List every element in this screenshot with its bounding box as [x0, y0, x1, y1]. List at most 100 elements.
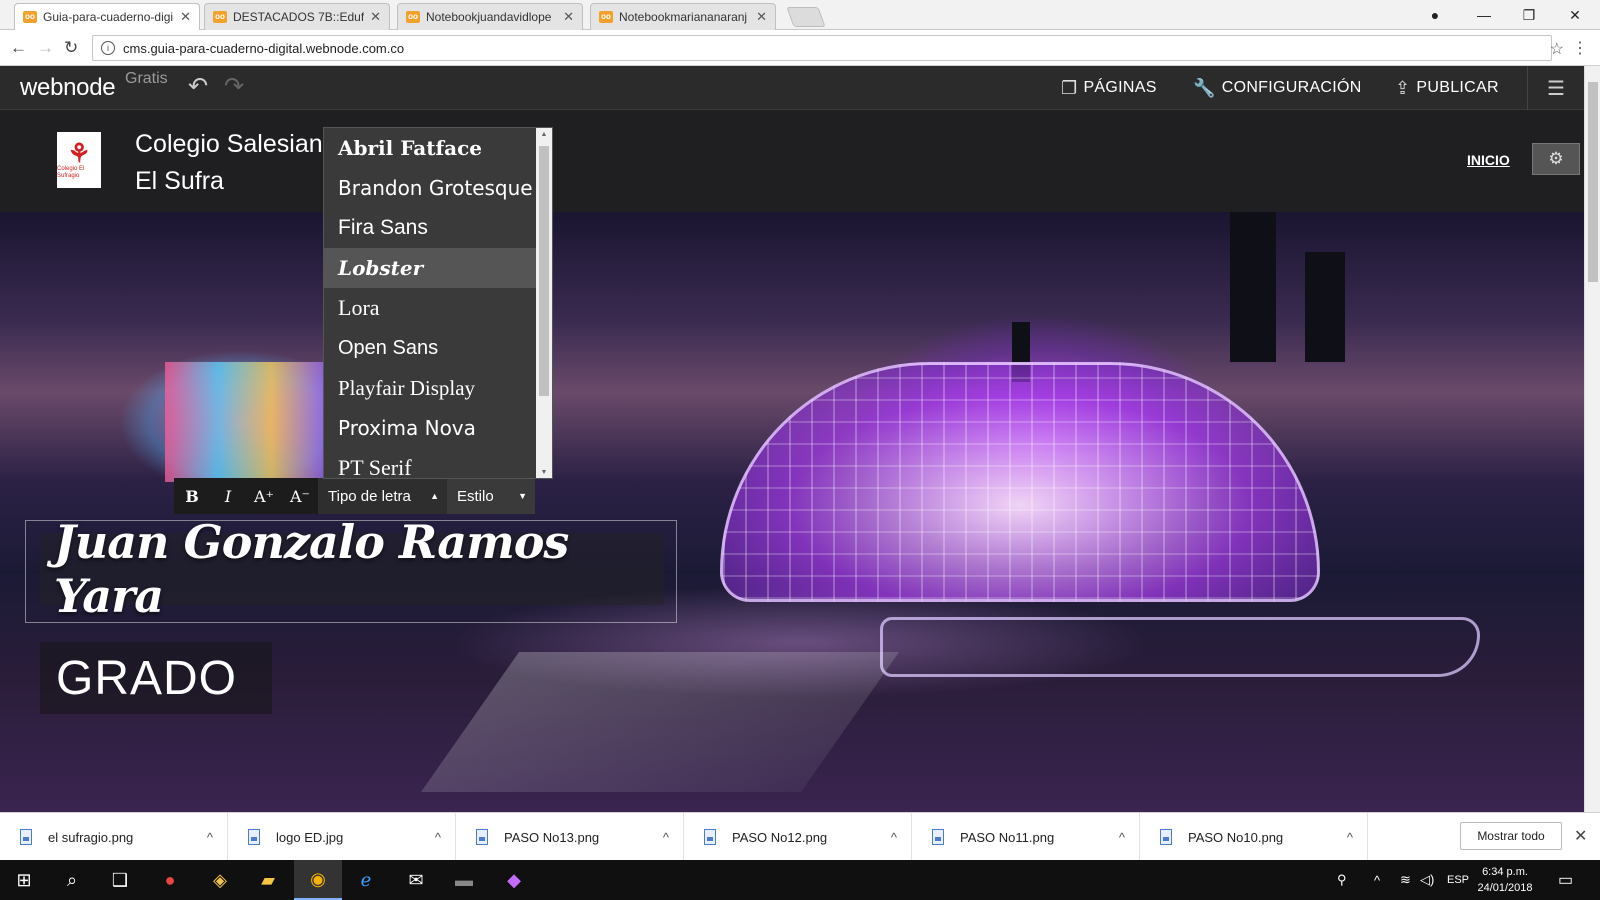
- font-option-brandon-grotesque[interactable]: Brandon Grotesque: [324, 168, 552, 208]
- hero-subtitle-text[interactable]: GRADO: [56, 651, 237, 706]
- chevron-up-icon[interactable]: ^: [891, 830, 897, 845]
- show-all-downloads-button[interactable]: Mostrar todo: [1460, 822, 1562, 850]
- site-title-line2: El Sufra: [135, 167, 224, 195]
- school-logo[interactable]: ⚘ Colegio El Sufragio: [57, 132, 101, 188]
- italic-button[interactable]: I: [210, 478, 246, 514]
- page-scrollbar[interactable]: [1584, 66, 1600, 812]
- people-icon[interactable]: ⚲: [1337, 860, 1347, 900]
- redo-icon[interactable]: ↷: [224, 72, 244, 101]
- font-option-abril-fatface[interactable]: Abril Fatface: [324, 128, 552, 168]
- font-option-open-sans[interactable]: Open Sans: [324, 328, 552, 368]
- download-item[interactable]: logo ED.jpg ^: [228, 813, 456, 861]
- browser-tab-4[interactable]: oo Notebookmariananaranj ✕: [590, 3, 776, 30]
- chevron-up-icon[interactable]: ^: [435, 830, 441, 845]
- gear-icon[interactable]: ⚙: [1532, 143, 1580, 175]
- hero-subtitle-box[interactable]: GRADO: [40, 642, 272, 714]
- search-icon[interactable]: ⌕: [48, 860, 96, 900]
- app-icon[interactable]: ●: [146, 860, 194, 900]
- illuminated-building: [165, 362, 325, 482]
- pages-label: PÁGINAS: [1083, 79, 1157, 96]
- file-explorer-icon[interactable]: ▰: [244, 860, 292, 900]
- font-option-proxima-nova[interactable]: Proxima Nova: [324, 408, 552, 448]
- chevron-up-icon[interactable]: ^: [1119, 830, 1125, 845]
- window-close-icon[interactable]: ✕: [1553, 0, 1597, 30]
- site-title-line1: Colegio Salesian: [135, 130, 323, 158]
- image-file-icon: [1160, 829, 1172, 845]
- browser-tab-1[interactable]: oo Guia-para-cuaderno-digi ✕: [14, 3, 200, 30]
- style-select[interactable]: Estilo ▼: [447, 478, 535, 514]
- app-icon[interactable]: ▬: [440, 860, 488, 900]
- windows-start-icon[interactable]: ⊞: [0, 860, 48, 900]
- site-info-icon[interactable]: i: [101, 41, 115, 55]
- site-title[interactable]: Colegio Salesian El Sufra: [135, 126, 323, 200]
- font-family-select[interactable]: Tipo de letra ▲: [318, 478, 447, 514]
- minimize-icon[interactable]: —: [1462, 0, 1506, 30]
- download-item[interactable]: PASO No11.png ^: [912, 813, 1140, 861]
- font-menu-scrollbar[interactable]: ▲ ▼: [536, 128, 552, 478]
- pages-menu-button[interactable]: ❐ PÁGINAS: [1061, 66, 1157, 110]
- close-icon[interactable]: ✕: [1574, 826, 1587, 846]
- notifications-icon[interactable]: ▭: [1558, 860, 1573, 900]
- hero-title-box[interactable]: Juan Gonzalo Ramos Yara: [40, 515, 664, 623]
- browser-menu-icon[interactable]: ⋮: [1572, 38, 1588, 58]
- download-filename: PASO No11.png: [960, 829, 1055, 845]
- chevron-up-icon[interactable]: ^: [663, 830, 669, 845]
- download-filename: PASO No13.png: [504, 829, 600, 845]
- webnode-logo: webnode: [20, 74, 116, 101]
- tab-label: Notebookjuandavidlope: [426, 10, 552, 24]
- chevron-up-icon[interactable]: ^: [207, 830, 213, 845]
- volume-icon[interactable]: ◁): [1420, 860, 1434, 900]
- undo-icon[interactable]: ↶: [188, 72, 208, 101]
- decrease-font-button[interactable]: A⁻: [282, 478, 318, 514]
- chrome-icon[interactable]: ◉: [294, 860, 342, 900]
- settings-menu-button[interactable]: 🔧 CONFIGURACIÓN: [1193, 66, 1362, 110]
- close-icon[interactable]: ✕: [180, 9, 191, 25]
- language-indicator[interactable]: ESP: [1447, 860, 1469, 900]
- image-file-icon: [704, 829, 716, 845]
- hamburger-menu-icon[interactable]: ☰: [1527, 66, 1584, 110]
- font-option-lora[interactable]: Lora: [324, 288, 552, 328]
- download-item[interactable]: PASO No12.png ^: [684, 813, 912, 861]
- system-clock[interactable]: 6:34 p.m. 24/01/2018: [1472, 864, 1538, 896]
- webnode-favicon-icon: oo: [213, 11, 227, 23]
- chevron-up-icon[interactable]: ^: [1374, 860, 1380, 900]
- download-item[interactable]: PASO No10.png ^: [1140, 813, 1368, 861]
- scrollbar-thumb[interactable]: [1588, 82, 1598, 282]
- back-icon[interactable]: ←: [10, 38, 27, 58]
- app-icon[interactable]: ◈: [196, 860, 244, 900]
- download-item[interactable]: PASO No13.png ^: [456, 813, 684, 861]
- bookmark-star-icon[interactable]: ☆: [1550, 39, 1564, 59]
- increase-font-button[interactable]: A⁺: [246, 478, 282, 514]
- internet-explorer-icon[interactable]: ℯ: [342, 860, 390, 900]
- chevron-up-icon[interactable]: ^: [1347, 830, 1353, 845]
- address-bar[interactable]: i cms.guia-para-cuaderno-digital.webnode…: [92, 35, 1552, 61]
- close-icon[interactable]: ✕: [563, 9, 574, 25]
- image-file-icon: [20, 829, 32, 845]
- font-option-pt-serif[interactable]: PT Serif: [324, 448, 552, 478]
- task-view-icon[interactable]: ❑: [96, 860, 144, 900]
- close-icon[interactable]: ✕: [370, 9, 381, 25]
- reload-icon[interactable]: ↻: [64, 38, 78, 58]
- scroll-up-icon[interactable]: ▲: [536, 128, 552, 142]
- scroll-down-icon[interactable]: ▼: [536, 466, 552, 478]
- bold-button[interactable]: B: [174, 478, 210, 514]
- browser-tab-2[interactable]: oo DESTACADOS 7B::Edufis ✕: [204, 3, 390, 30]
- font-option-playfair-display[interactable]: Playfair Display: [324, 368, 552, 408]
- scrollbar-thumb[interactable]: [539, 146, 549, 396]
- font-option-lobster[interactable]: Lobster: [324, 248, 552, 288]
- close-icon[interactable]: ✕: [756, 9, 767, 25]
- paint-icon[interactable]: ◆: [490, 860, 538, 900]
- font-option-fira-sans[interactable]: Fira Sans: [324, 208, 552, 248]
- url-text: cms.guia-para-cuaderno-digital.webnode.c…: [123, 40, 405, 56]
- new-tab-button[interactable]: [786, 7, 826, 27]
- restore-icon[interactable]: ❐: [1507, 0, 1551, 30]
- profile-icon[interactable]: ●: [1413, 0, 1457, 30]
- nav-home-link[interactable]: INICIO: [1467, 152, 1510, 168]
- hero-title-text[interactable]: Juan Gonzalo Ramos Yara: [54, 515, 664, 623]
- download-item[interactable]: el sufragio.png ^: [0, 813, 228, 861]
- forward-icon[interactable]: →: [37, 38, 54, 58]
- publish-menu-button[interactable]: ⇪ PUBLICAR: [1395, 66, 1499, 110]
- mail-icon[interactable]: ✉: [392, 860, 440, 900]
- wifi-icon[interactable]: ≋: [1400, 860, 1411, 900]
- browser-tab-3[interactable]: oo Notebookjuandavidlope ✕: [397, 3, 583, 30]
